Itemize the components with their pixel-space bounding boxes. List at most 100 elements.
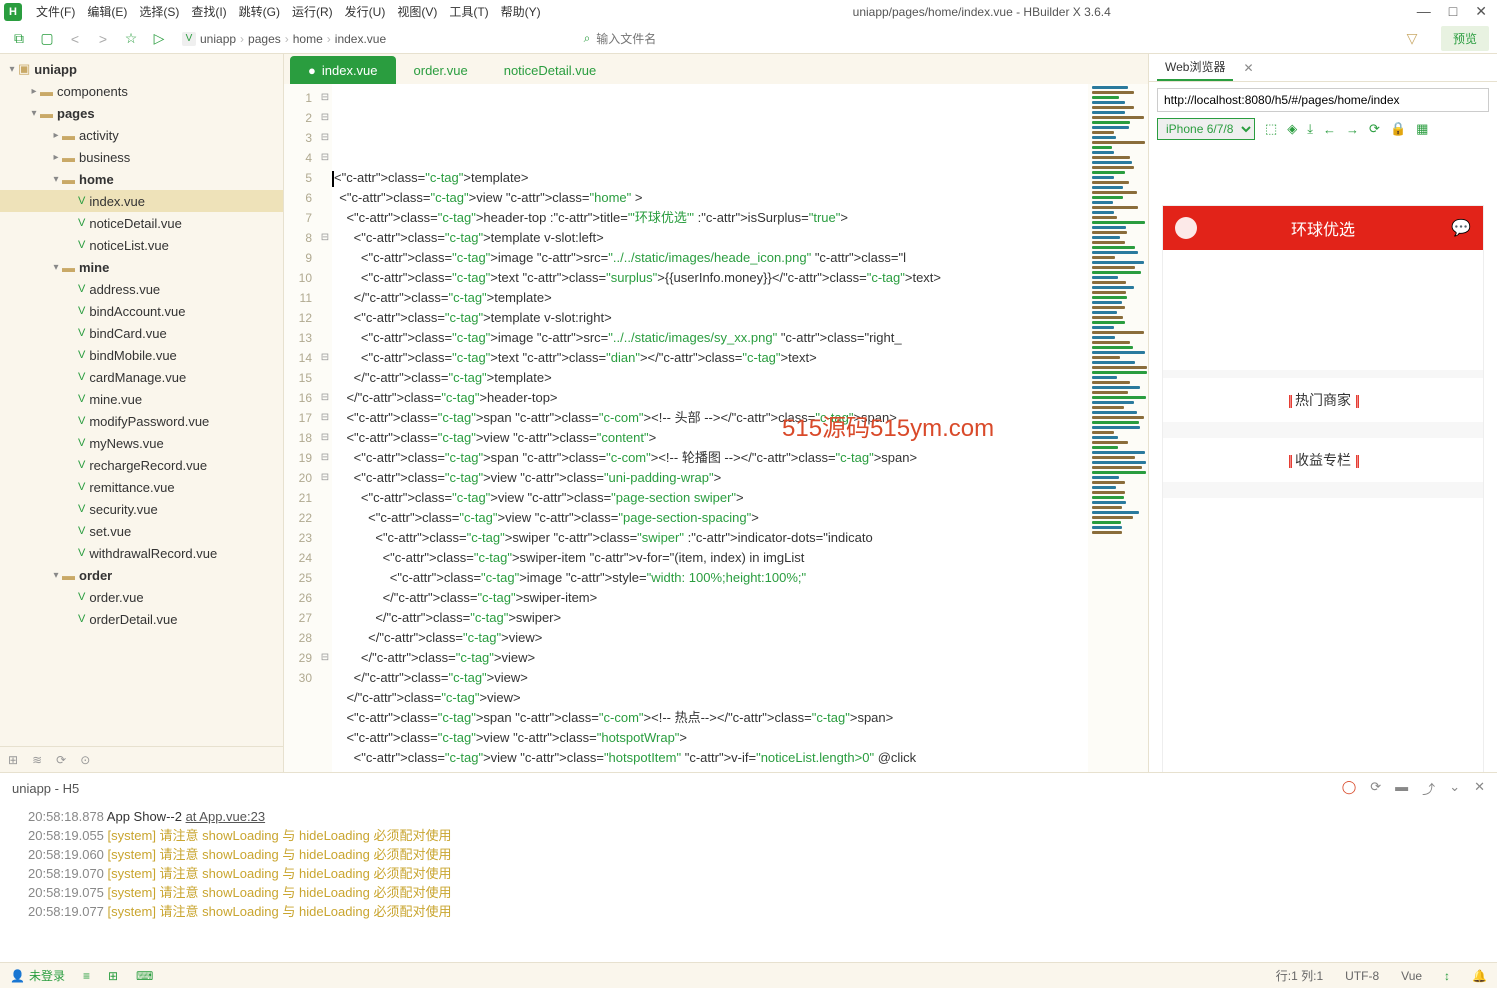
tree-mine[interactable]: ▾▬mine xyxy=(0,256,283,278)
language-mode[interactable]: Vue xyxy=(1401,969,1422,983)
tree-file[interactable]: VwithdrawalRecord.vue xyxy=(0,542,283,564)
tree-order[interactable]: ▾▬order xyxy=(0,564,283,586)
menu-run[interactable]: 运行(R) xyxy=(286,1,339,22)
search-icon[interactable]: ⌕ xyxy=(584,31,591,46)
preview-inspect-icon[interactable]: ◈ xyxy=(1287,121,1297,137)
avatar-icon[interactable] xyxy=(1175,217,1197,239)
preview-reload-icon[interactable]: ⟳ xyxy=(1369,121,1380,137)
sb-tool-1[interactable]: ⊞ xyxy=(8,753,18,767)
preview-back-icon[interactable]: ← xyxy=(1323,122,1336,137)
console-stop-icon[interactable]: ◯ xyxy=(1342,779,1357,798)
tree-file[interactable]: VmyNews.vue xyxy=(0,432,283,454)
console-clear-icon[interactable]: ▬ xyxy=(1395,779,1408,798)
menu-help[interactable]: 帮助(Y) xyxy=(495,1,547,22)
tree-file[interactable]: VbindMobile.vue xyxy=(0,344,283,366)
preview-url-input[interactable] xyxy=(1157,88,1489,112)
preview-forward-icon[interactable]: → xyxy=(1346,122,1359,137)
sb-tool-4[interactable]: ⊙ xyxy=(80,753,90,767)
search-input[interactable] xyxy=(596,32,856,46)
preview-export-icon[interactable]: ⤓ xyxy=(1307,121,1313,137)
menu-tools[interactable]: 工具(T) xyxy=(443,1,494,22)
preview-lock-icon[interactable]: 🔒 xyxy=(1390,121,1406,137)
filter-icon[interactable]: ▽ xyxy=(1401,28,1423,50)
bc-file[interactable]: index.vue xyxy=(335,32,386,46)
bc-home[interactable]: home xyxy=(293,32,323,46)
sb-tool-3[interactable]: ⟳ xyxy=(56,753,66,767)
star-icon[interactable]: ☆ xyxy=(120,28,142,50)
sb-icon-2[interactable]: ⊞ xyxy=(108,969,118,983)
tree-file[interactable]: Vremittance.vue xyxy=(0,476,283,498)
chat-icon[interactable]: 💬 xyxy=(1451,218,1471,238)
tab-order[interactable]: order.vue xyxy=(396,56,486,84)
tab-noticedetail[interactable]: noticeDetail.vue xyxy=(486,56,615,84)
phone-simulator[interactable]: 环球优选 💬 || 热门商家 || || 收益专栏 || ⌂首页 ☰订单 ♕商家… xyxy=(1163,206,1483,772)
preview-qr-icon[interactable]: ▦ xyxy=(1416,121,1428,137)
tree-pages[interactable]: ▾▬pages xyxy=(0,102,283,124)
sb-icon-1[interactable]: ≡ xyxy=(83,969,90,983)
bc-root[interactable]: uniapp xyxy=(200,32,236,46)
sidebar-toolbar: ⊞ ≋ ⟳ ⊙ xyxy=(0,746,283,772)
fold-column[interactable]: ⊟⊟⊟⊟⊟⊟⊟⊟⊟⊟⊟⊟ xyxy=(318,84,332,772)
tree-file[interactable]: Vmine.vue xyxy=(0,388,283,410)
tree-home[interactable]: ▾▬home xyxy=(0,168,283,190)
maximize-icon[interactable]: □ xyxy=(1449,3,1457,20)
close-icon[interactable]: ✕ xyxy=(1475,3,1487,20)
menu-file[interactable]: 文件(F) xyxy=(30,1,81,22)
tree-file-index[interactable]: Vindex.vue xyxy=(0,190,283,212)
tree-file[interactable]: Vaddress.vue xyxy=(0,278,283,300)
new-file-icon[interactable]: ⧉ xyxy=(8,28,30,50)
run-icon[interactable]: ▷ xyxy=(148,28,170,50)
back-icon[interactable]: < xyxy=(64,28,86,50)
menu-publish[interactable]: 发行(U) xyxy=(339,1,392,22)
tree-file-noticelist[interactable]: VnoticeList.vue xyxy=(0,234,283,256)
sb-tool-2[interactable]: ≋ xyxy=(32,753,42,767)
menu-find[interactable]: 查找(I) xyxy=(185,1,232,22)
tree-file[interactable]: VbindAccount.vue xyxy=(0,300,283,322)
minimap[interactable] xyxy=(1088,84,1148,772)
menu-goto[interactable]: 跳转(G) xyxy=(233,1,286,22)
tree-file-orderdetail[interactable]: VorderDetail.vue xyxy=(0,608,283,630)
phone-header: 环球优选 💬 xyxy=(1163,206,1483,250)
preview-button[interactable]: 预览 xyxy=(1441,26,1489,51)
tree-file[interactable]: VrechargeRecord.vue xyxy=(0,454,283,476)
minimize-icon[interactable]: — xyxy=(1417,3,1431,20)
tree-file[interactable]: VcardManage.vue xyxy=(0,366,283,388)
statusbar: 👤 未登录 ≡ ⊞ ⌨ 行:1 列:1 UTF-8 Vue ↕ 🔔 xyxy=(0,962,1497,988)
tree-file[interactable]: VmodifyPassword.vue xyxy=(0,410,283,432)
tree-components[interactable]: ▸▬components xyxy=(0,80,283,102)
preview-tab-web[interactable]: Web浏览器 xyxy=(1157,54,1233,81)
preview-open-icon[interactable]: ⬚ xyxy=(1265,121,1277,137)
console-export-icon[interactable]: ⤴ xyxy=(1422,779,1435,798)
tree-file[interactable]: Vsecurity.vue xyxy=(0,498,283,520)
forward-icon[interactable]: > xyxy=(92,28,114,50)
bc-pages[interactable]: pages xyxy=(248,32,281,46)
breadcrumb: V uniapp› pages› home› index.vue xyxy=(182,32,386,46)
device-select[interactable]: iPhone 6/7/8 xyxy=(1157,118,1255,140)
tree-file-noticedetail[interactable]: VnoticeDetail.vue xyxy=(0,212,283,234)
tree-file[interactable]: VbindCard.vue xyxy=(0,322,283,344)
console-close-icon[interactable]: ✕ xyxy=(1474,779,1485,798)
user-status[interactable]: 👤 未登录 xyxy=(10,967,65,984)
sb-sync-icon[interactable]: ↕ xyxy=(1444,969,1450,983)
tree-activity[interactable]: ▸▬activity xyxy=(0,124,283,146)
console-output[interactable]: 20:58:18.878 App Show--2 at App.vue:2320… xyxy=(0,803,1497,962)
tree-file[interactable]: Vset.vue xyxy=(0,520,283,542)
menu-select[interactable]: 选择(S) xyxy=(133,1,185,22)
code-editor[interactable]: 515源码515ym.com 515源码515ym.com <"c-attr">… xyxy=(332,84,1088,772)
console-panel: uniapp - H5 ◯ ⟳ ▬ ⤴ ⌄ ✕ 20:58:18.878 App… xyxy=(0,772,1497,962)
sb-icon-3[interactable]: ⌨ xyxy=(136,969,153,983)
line-gutter[interactable]: 1234567891011121314151617181920212223242… xyxy=(284,84,318,772)
save-icon[interactable]: ▢ xyxy=(36,28,58,50)
tab-index[interactable]: ● index.vue xyxy=(290,56,396,84)
tree-root[interactable]: ▾▣uniapp xyxy=(0,58,283,80)
menu-edit[interactable]: 编辑(E) xyxy=(81,1,133,22)
menu-view[interactable]: 视图(V) xyxy=(391,1,443,22)
console-restart-icon[interactable]: ⟳ xyxy=(1370,779,1381,798)
tree-business[interactable]: ▸▬business xyxy=(0,146,283,168)
console-collapse-icon[interactable]: ⌄ xyxy=(1449,779,1460,798)
tree-file-order[interactable]: Vorder.vue xyxy=(0,586,283,608)
file-tree[interactable]: ▾▣uniapp ▸▬components ▾▬pages ▸▬activity… xyxy=(0,54,283,746)
preview-tab-close[interactable]: ✕ xyxy=(1243,61,1253,75)
sb-bell-icon[interactable]: 🔔 xyxy=(1472,969,1487,983)
encoding[interactable]: UTF-8 xyxy=(1345,969,1379,983)
